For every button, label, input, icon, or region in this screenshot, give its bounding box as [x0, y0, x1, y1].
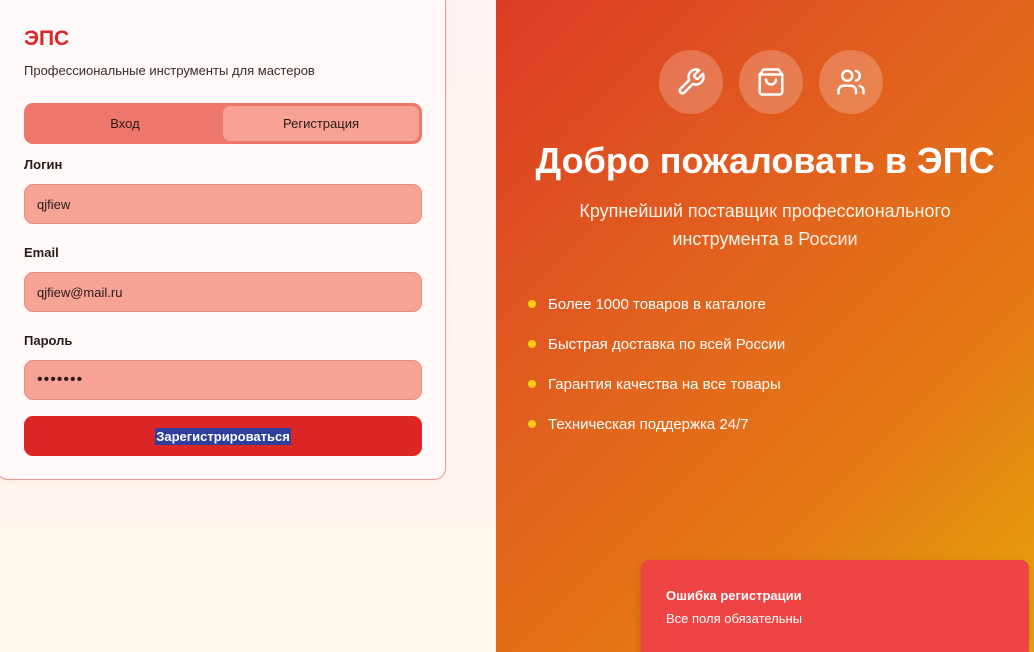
login-label: Логин [24, 157, 63, 172]
password-input[interactable] [24, 360, 422, 400]
email-input[interactable] [24, 272, 422, 312]
shopping-bag-icon [739, 50, 803, 114]
welcome-title: Добро пожаловать в ЭПС [535, 140, 995, 181]
bullet-icon [528, 380, 536, 388]
toast-title: Ошибка регистрации [666, 588, 802, 603]
bullet-icon [528, 420, 536, 428]
list-item: Гарантия качества на все товары [528, 364, 785, 404]
feature-text: Быстрая доставка по всей России [548, 335, 786, 353]
register-button[interactable]: Зарегистрироваться [24, 416, 422, 456]
brand-tagline: Профессиональные инструменты для мастеро… [24, 63, 315, 78]
bullet-icon [528, 300, 536, 308]
hero-panel: Добро пожаловать в ЭПС Крупнейший постав… [496, 0, 1034, 652]
features-list: Более 1000 товаров в каталоге Быстрая до… [528, 284, 785, 444]
feature-text: Гарантия качества на все товары [548, 375, 781, 393]
register-button-label: Зарегистрироваться [155, 427, 291, 445]
password-label: Пароль [24, 333, 73, 348]
wrench-icon [659, 50, 723, 114]
list-item: Более 1000 товаров в каталоге [528, 284, 785, 324]
tab-login[interactable]: Вход [27, 106, 223, 141]
auth-card: ЭПС Профессиональные инструменты для мас… [0, 0, 446, 480]
tab-register[interactable]: Регистрация [223, 106, 419, 141]
bullet-icon [528, 340, 536, 348]
users-icon [819, 50, 883, 114]
auth-panel: ЭПС Профессиональные инструменты для мас… [0, 0, 496, 652]
email-label: Email [24, 245, 59, 260]
list-item: Техническая поддержка 24/7 [528, 404, 785, 444]
login-input[interactable] [24, 184, 422, 224]
welcome-subtitle: Крупнейший поставщик профессионального и… [579, 201, 951, 249]
error-toast[interactable]: Ошибка регистрации Все поля обязательны [641, 560, 1029, 652]
list-item: Быстрая доставка по всей России [528, 324, 785, 364]
brand-logo-text: ЭПС [24, 27, 70, 50]
feature-text: Техническая поддержка 24/7 [548, 415, 749, 433]
auth-tabs: Вход Регистрация [24, 103, 422, 144]
toast-message: Все поля обязательны [666, 611, 803, 626]
feature-text: Более 1000 товаров в каталоге [548, 295, 766, 313]
